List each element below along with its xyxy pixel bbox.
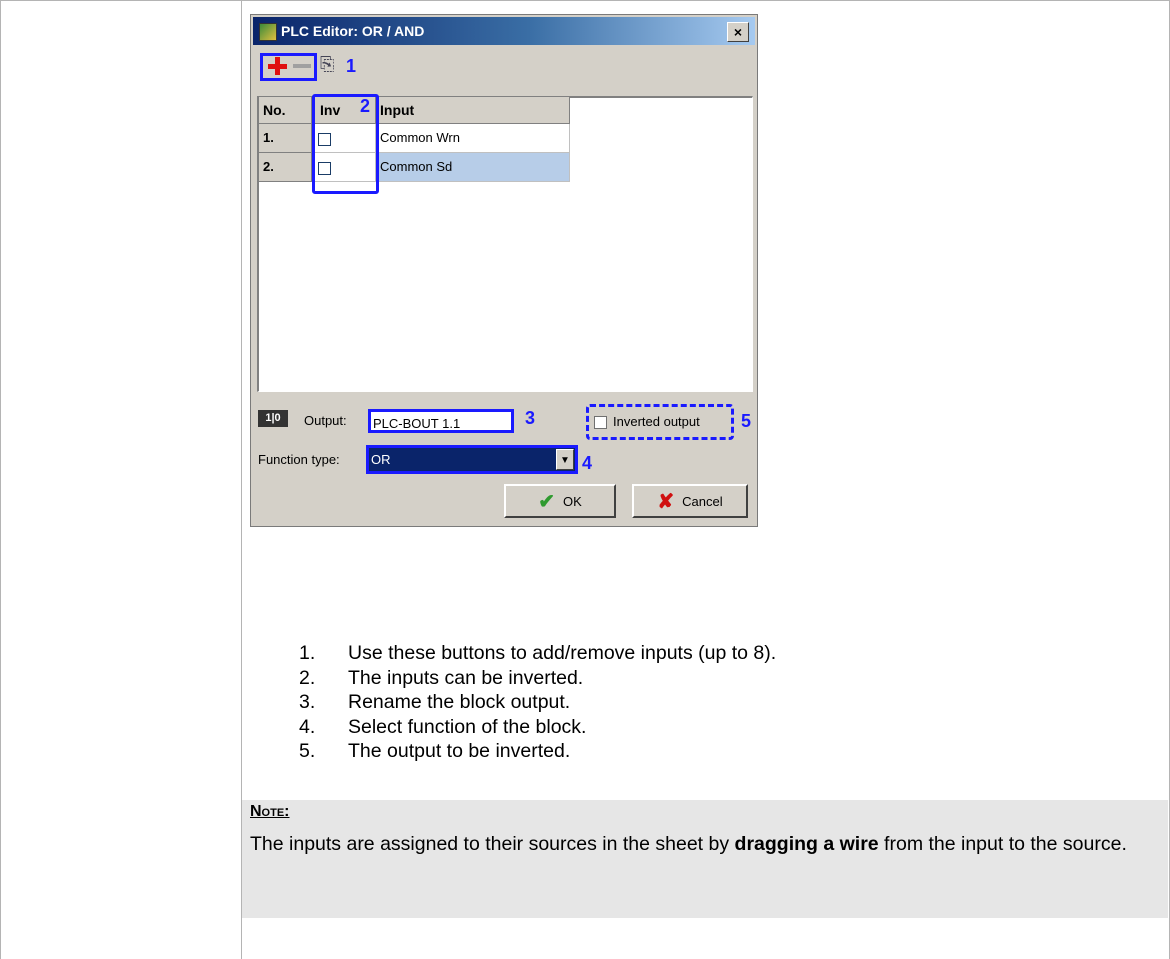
ok-button[interactable]: ✔ OK <box>504 484 616 518</box>
annotation-3: 3 <box>525 408 536 428</box>
minus-icon[interactable] <box>293 64 311 68</box>
dialog-titlebar[interactable]: PLC Editor: OR / AND × <box>253 17 755 45</box>
annotation-1: 1 <box>346 56 357 76</box>
dialog-title: PLC Editor: OR / AND <box>281 23 425 39</box>
list-item: 3. Rename the block output. <box>299 691 571 713</box>
frame-top-line <box>0 0 1170 1</box>
ok-label: OK <box>562 493 582 509</box>
list-item: 1. Use these buttons to add/remove inputs… <box>299 642 777 664</box>
header-input: Input <box>376 97 570 124</box>
tool-icon[interactable]: ⎘ <box>320 54 340 74</box>
function-type-label: Function type: <box>258 452 340 467</box>
note-heading: Note: <box>250 803 290 820</box>
header-no: No. <box>259 97 312 124</box>
list-item: 4. Select function of the block. <box>299 715 587 738</box>
function-type-value: OR <box>371 452 391 467</box>
inv-column-highlight-box <box>312 94 379 194</box>
plus-icon[interactable] <box>267 56 287 76</box>
close-button[interactable]: × <box>727 22 749 42</box>
steps-list: 1. Use these buttons to add/remove inputs… <box>299 641 776 764</box>
row-1-input[interactable]: Common Wrn <box>376 124 570 153</box>
inverted-output-checkbox[interactable] <box>594 416 607 429</box>
cancel-button[interactable]: ✘ Cancel <box>632 484 748 518</box>
annotation-5: 5 <box>741 411 752 431</box>
note-box <box>242 800 1168 918</box>
annotation-4: 4 <box>582 453 593 473</box>
row-1-no: 1. <box>259 124 312 153</box>
list-item: 5. The output to be inverted. <box>299 740 571 762</box>
output-label: Output: <box>304 413 347 428</box>
check-icon: ✔ <box>538 490 555 513</box>
output-icon: 1|0 <box>258 410 288 427</box>
inverted-output-label: Inverted output <box>613 414 700 429</box>
frame-left-line <box>0 0 1 959</box>
list-item: 2. The inputs can be inverted. <box>299 666 584 689</box>
row-2-input[interactable]: Common Sd <box>376 153 570 182</box>
cancel-label: Cancel <box>682 493 723 509</box>
note-text: The inputs are assigned to their sources… <box>250 833 1127 855</box>
function-type-select[interactable]: OR ▼ <box>366 445 578 474</box>
chevron-down-icon[interactable]: ▼ <box>556 449 574 470</box>
app-icon <box>259 23 277 41</box>
row-2-no: 2. <box>259 153 312 182</box>
output-name-field[interactable]: PLC-BOUT 1.1 <box>368 409 514 433</box>
x-icon: ✘ <box>657 490 675 513</box>
